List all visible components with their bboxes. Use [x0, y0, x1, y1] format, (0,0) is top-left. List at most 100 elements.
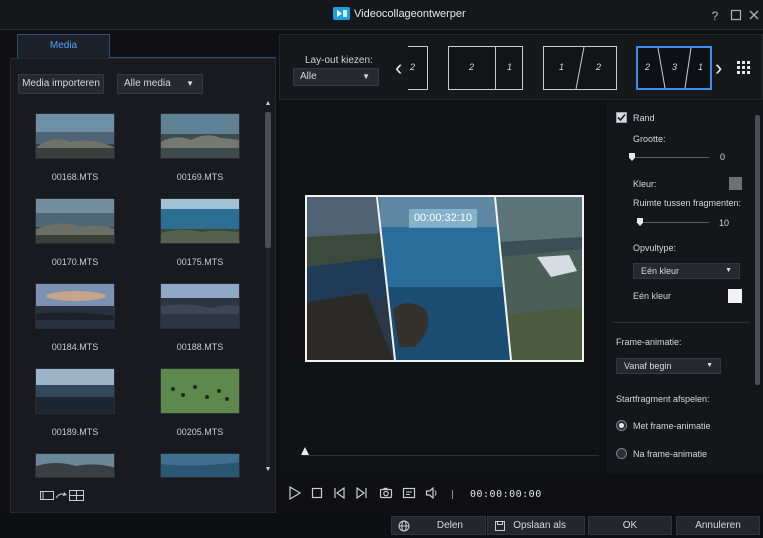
tab-underline: [110, 57, 276, 58]
transport-divider: [452, 490, 453, 499]
layout-fragment-number: 2: [645, 62, 651, 72]
media-thumbnail[interactable]: [35, 113, 115, 159]
maximize-icon[interactable]: [729, 9, 743, 23]
divider: [612, 322, 750, 323]
playback-controls: [279, 482, 604, 508]
media-thumbnail[interactable]: [35, 368, 115, 414]
layout-filter-select[interactable]: Alle ▼: [293, 68, 379, 86]
border-checkbox[interactable]: [616, 112, 627, 123]
fill-type-value: Eén kleur: [641, 266, 680, 276]
media-thumbnail[interactable]: [35, 283, 115, 329]
frame-animation-value: Vanaf begin: [624, 361, 672, 371]
radio-after-animation[interactable]: [616, 448, 627, 459]
layout-option[interactable]: 2: [408, 46, 428, 90]
border-color-swatch[interactable]: [729, 177, 742, 190]
layout-fragment-number: 1: [559, 62, 565, 72]
size-slider[interactable]: [631, 157, 709, 158]
radio-with-animation[interactable]: [616, 420, 627, 431]
media-item-label: 00188.MTS: [176, 342, 224, 352]
spacing-value: 10: [719, 218, 730, 228]
save-as-button[interactable]: Opslaan als: [487, 516, 585, 535]
layout-option-selected[interactable]: 2 3 1: [636, 46, 712, 90]
subtitle-icon[interactable]: [402, 486, 416, 500]
media-thumbnail[interactable]: [160, 283, 240, 329]
start-clip-label: Startfragment afspelen:: [616, 394, 710, 404]
volume-icon[interactable]: [425, 486, 439, 500]
fill-type-select[interactable]: Eén kleur ▼: [633, 263, 740, 279]
save-disk-icon: [495, 521, 505, 531]
layout-filter-value: Alle: [300, 71, 317, 82]
play-icon[interactable]: [288, 486, 302, 500]
fill-color-swatch[interactable]: [728, 289, 742, 303]
layout-fragment-number: 1: [507, 62, 513, 72]
import-media-button[interactable]: Media importeren: [18, 74, 104, 94]
storyboard-view-icon[interactable]: [40, 489, 90, 501]
media-item-label: 00170.MTS: [51, 257, 99, 267]
media-item-label: 00175.MTS: [176, 257, 224, 267]
stop-icon[interactable]: [310, 486, 324, 500]
scroll-down-icon[interactable]: ▼: [264, 466, 272, 473]
radio-after-animation-label: Na frame-animatie: [633, 449, 708, 459]
window-title: Videocollageontwerper: [333, 7, 466, 20]
layout-fragment-number: 2: [469, 62, 475, 72]
size-label: Grootte:: [633, 134, 666, 144]
save-as-label: Opslaan als: [513, 520, 566, 531]
media-thumbnail[interactable]: [160, 453, 240, 478]
fill-type-label: Opvultype:: [633, 243, 677, 253]
chevron-down-icon: ▼: [186, 79, 194, 88]
media-filter-value: Alle media: [124, 78, 171, 89]
media-item-label: 00184.MTS: [51, 342, 99, 352]
share-button[interactable]: Delen: [391, 516, 486, 535]
media-item-label: 00168.MTS: [51, 172, 99, 182]
clip-timecode: 00:00:32:10: [409, 209, 477, 228]
chevron-left-icon[interactable]: ‹: [395, 56, 402, 80]
help-button[interactable]: ?: [708, 9, 722, 23]
ok-button[interactable]: OK: [588, 516, 672, 535]
single-color-label: Eén kleur: [633, 291, 672, 301]
layout-fragment-number: 2: [410, 62, 416, 72]
radio-with-animation-label: Met frame-animatie: [633, 421, 711, 431]
playback-time: 00:00:00:00: [470, 489, 542, 500]
globe-icon: [398, 520, 410, 532]
scroll-thumb[interactable]: [265, 112, 271, 248]
spacing-label: Ruimte tussen fragmenten:: [633, 198, 742, 208]
snapshot-camera-icon[interactable]: [379, 486, 393, 500]
share-label: Delen: [436, 520, 463, 531]
frame-animation-select[interactable]: Vanaf begin ▼: [616, 358, 721, 374]
scroll-up-icon[interactable]: ▲: [264, 100, 272, 107]
layout-fragment-number: 1: [698, 62, 704, 72]
media-thumbnail[interactable]: [35, 453, 115, 478]
media-thumbnail[interactable]: [35, 198, 115, 244]
tab-media[interactable]: Media: [17, 34, 110, 58]
timeline-track[interactable]: [303, 455, 599, 456]
media-filter-select[interactable]: Alle media ▼: [117, 74, 203, 94]
layout-label: Lay-out kiezen:: [305, 55, 373, 66]
settings-scrollbar[interactable]: [753, 101, 761, 473]
media-item-label: 00189.MTS: [51, 427, 99, 437]
media-thumbnail[interactable]: [160, 368, 240, 414]
media-thumbnail[interactable]: [160, 113, 240, 159]
border-label: Rand: [633, 113, 655, 123]
chevron-down-icon: ▼: [725, 267, 732, 274]
frame-animation-label: Frame-animatie:: [616, 337, 682, 347]
layout-fragment-number: 2: [596, 62, 602, 72]
layout-option[interactable]: 1 2: [543, 46, 617, 90]
window-title-text: Videocollageontwerper: [354, 7, 466, 20]
app-logo-icon: [333, 7, 350, 20]
next-frame-icon[interactable]: [355, 486, 369, 500]
media-thumbnail[interactable]: [160, 198, 240, 244]
chevron-down-icon: ▼: [706, 362, 713, 369]
grid-view-icon[interactable]: [737, 61, 751, 75]
cancel-button[interactable]: Annuleren: [676, 516, 760, 535]
previous-frame-icon[interactable]: [332, 486, 346, 500]
close-icon[interactable]: [747, 9, 761, 23]
media-item-label: 00205.MTS: [176, 427, 224, 437]
chevron-right-icon[interactable]: ›: [715, 56, 722, 80]
media-scrollbar[interactable]: ▲ ▼: [264, 100, 272, 478]
scroll-thumb[interactable]: [755, 115, 760, 385]
spacing-slider[interactable]: [636, 222, 709, 223]
media-item-label: 00169.MTS: [176, 172, 224, 182]
layout-fragment-number: 3: [672, 62, 678, 72]
timeline-playhead[interactable]: [301, 447, 309, 455]
layout-option[interactable]: 2 1: [448, 46, 523, 90]
